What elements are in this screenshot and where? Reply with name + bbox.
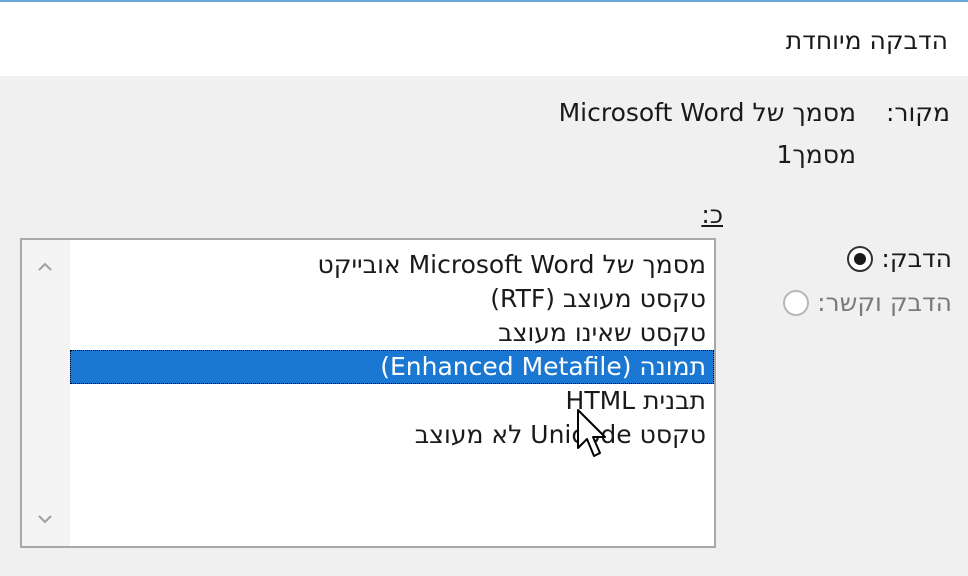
paste-as-listbox[interactable]: מסמך של Microsoft Word אובייקט טקסט מעוצ… (20, 238, 716, 548)
listbox-items: מסמך של Microsoft Word אובייקט טקסט מעוצ… (70, 248, 714, 452)
listbox-scrollbar[interactable] (22, 240, 70, 546)
paste-radio-option[interactable]: הדבק: (847, 244, 952, 273)
mouse-pointer-icon (577, 409, 606, 457)
source-value-app: מסמך של Microsoft Word (558, 98, 856, 127)
list-item[interactable]: טקסט שאינו מעוצב (70, 316, 714, 350)
paste-link-radio-label: הדבק וקשר: (817, 288, 952, 317)
scroll-up-icon[interactable] (34, 256, 56, 278)
paste-link-radio-option[interactable]: הדבק וקשר: (783, 288, 952, 317)
paste-radio-button[interactable] (847, 245, 874, 272)
dialog-title-bar: הדבקה מיוחדת (0, 0, 968, 76)
source-value-document: מסמך1 (776, 140, 856, 169)
scroll-down-icon[interactable] (34, 508, 56, 530)
list-item[interactable]: טקסט Unicode לא מעוצב (70, 418, 714, 452)
list-item-selected[interactable]: תמונה (Enhanced Metafile) (70, 350, 714, 384)
paste-link-radio-button[interactable] (783, 289, 810, 316)
source-label: מקור: (885, 98, 950, 127)
list-item[interactable]: טקסט מעוצב (RTF) (70, 282, 714, 316)
list-item[interactable]: מסמך של Microsoft Word אובייקט (70, 248, 714, 282)
list-item[interactable]: תבנית HTML (70, 384, 714, 418)
paste-radio-label: הדבק: (881, 244, 952, 273)
as-label: כ: (701, 200, 723, 229)
dialog-title: הדבקה מיוחדת (785, 26, 948, 55)
